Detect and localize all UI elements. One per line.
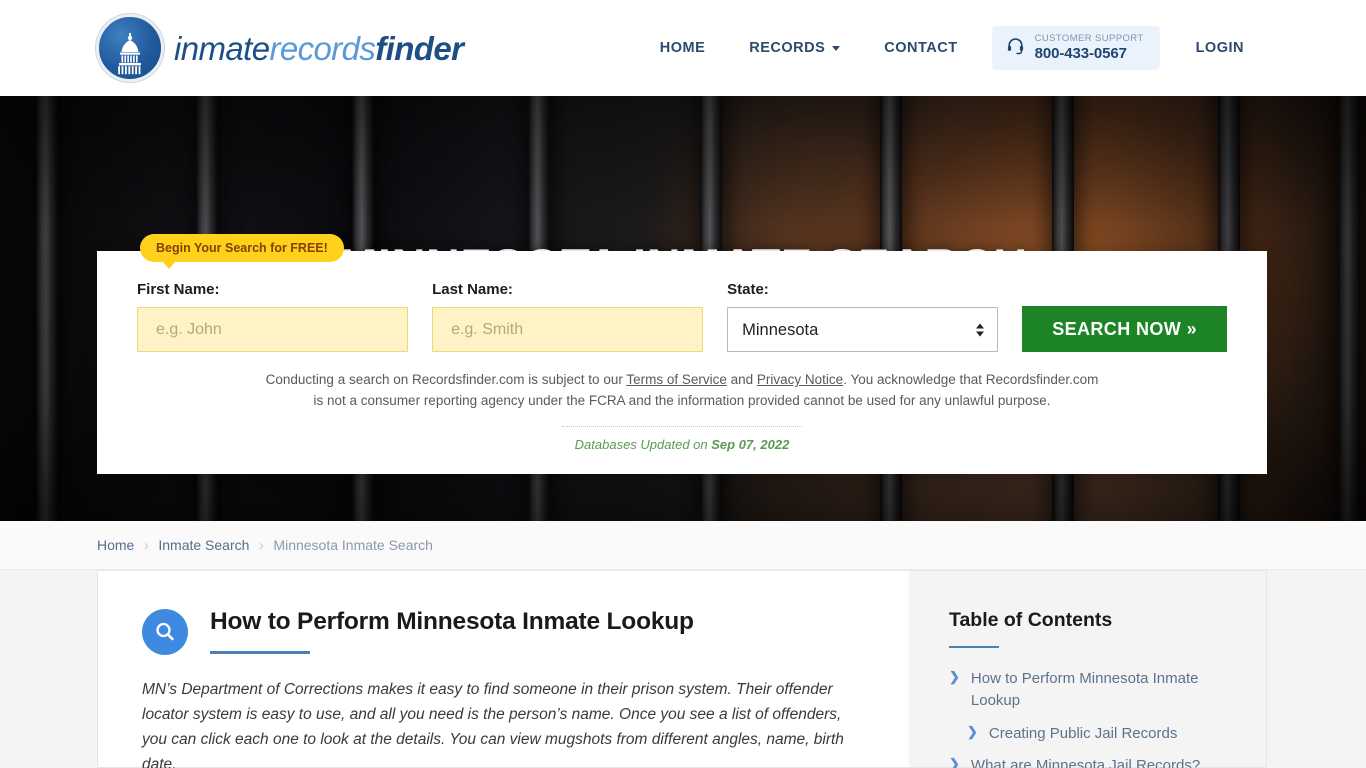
inmate-search-form: Begin Your Search for FREE! First Name: … [97,234,1267,474]
hero-section: MINNESOTA INMATE SEARCH Begin Your Searc… [0,96,1366,521]
free-search-badge[interactable]: Begin Your Search for FREE! [140,234,344,269]
logo-wordmark: inmaterecordsfinder [174,29,464,67]
section-header: How to Perform Minnesota Inmate Lookup [142,607,865,655]
section-title: How to Perform Minnesota Inmate Lookup [210,608,694,635]
toc-link[interactable]: What are Minnesota Jail Records? [971,755,1200,768]
last-name-field-group: Last Name: [432,281,704,352]
table-of-contents: Table of Contents ❯ How to Perform Minne… [909,570,1267,768]
first-name-label: First Name: [137,281,220,298]
nav-item-contact-label: CONTACT [884,39,958,56]
database-updated-date: Sep 07, 2022 [711,436,790,452]
last-name-label: Last Name: [432,281,513,298]
database-updated-prefix: Databases Updated on [574,436,712,452]
divider [562,425,802,427]
support-phone-number[interactable]: 800-433-0567 [1035,45,1144,62]
toc-title: Table of Contents [949,609,1113,631]
toc-link[interactable]: Creating Public Jail Records [989,723,1177,745]
title-accent-rule [210,651,310,655]
page-body: How to Perform Minnesota Inmate Lookup M… [0,570,1366,768]
search-now-button[interactable]: SEARCH NOW » [1022,306,1227,352]
search-circle-icon [142,609,188,655]
main-navigation: HOME RECORDS CONTACT CUSTOMER SUPPORT 80… [638,25,1266,71]
support-label: CUSTOMER SUPPORT [1034,32,1144,44]
first-name-field-group: First Name: [137,281,409,352]
toc-accent-rule [949,646,999,648]
chevron-right-icon: › [259,536,264,554]
breadcrumb-item-current: Minnesota Inmate Search [273,537,433,553]
state-field-group: State: Minnesota [727,281,999,352]
chevron-down-icon [832,46,841,52]
headset-icon [1006,36,1025,60]
state-label: State: [727,281,769,298]
capitol-dome-icon [96,14,164,82]
article-paragraph: MN’s Department of Corrections makes it … [142,681,844,768]
first-name-input[interactable] [137,307,409,352]
database-updated-note: Databases Updated on Sep 07, 2022 [137,437,1227,452]
disclaimer-part-2: and [726,372,757,387]
toc-item[interactable]: ❯ How to Perform Minnesota Inmate Lookup [949,668,1236,712]
privacy-notice-link[interactable]: Privacy Notice [757,372,843,387]
nav-item-login[interactable]: LOGIN [1174,30,1266,66]
toc-item[interactable]: ❯ What are Minnesota Jail Records? [949,755,1236,768]
site-header: inmaterecordsfinder HOME RECORDS CONTACT [0,0,1366,96]
last-name-input[interactable] [432,307,704,352]
toc-list: ❯ How to Perform Minnesota Inmate Lookup… [949,668,1236,768]
logo-text-finder: finder [375,29,464,67]
article-card: How to Perform Minnesota Inmate Lookup M… [97,570,909,768]
site-logo[interactable]: inmaterecordsfinder [96,14,464,82]
terms-of-service-link[interactable]: Terms of Service [626,372,727,387]
nav-item-contact[interactable]: CONTACT [862,30,979,66]
toc-link[interactable]: How to Perform Minnesota Inmate Lookup [971,668,1236,712]
breadcrumb-item-home[interactable]: Home [97,537,134,553]
disclaimer-part-1: Conducting a search on Recordsfinder.com… [265,372,627,387]
nav-item-home-label: HOME [659,39,706,56]
chevron-right-icon: ❯ [949,669,960,684]
nav-item-home[interactable]: HOME [638,30,728,66]
breadcrumb-item-inmate-search[interactable]: Inmate Search [158,537,249,553]
nav-item-records-label: RECORDS [749,39,826,56]
nav-item-login-label: LOGIN [1195,39,1244,56]
chevron-right-icon: ❯ [949,756,960,768]
search-disclaimer: Conducting a search on Recordsfinder.com… [262,370,1102,412]
logo-text-records: records [269,29,376,67]
chevron-right-icon: › [144,536,149,554]
nav-item-records[interactable]: RECORDS [727,30,862,66]
logo-text-inmate: inmate [174,29,270,67]
search-form-row: First Name: Last Name: State: Minnesota [137,281,1227,352]
breadcrumb: Home › Inmate Search › Minnesota Inmate … [0,521,1366,570]
customer-support-badge[interactable]: CUSTOMER SUPPORT 800-433-0567 [991,25,1160,71]
state-select[interactable]: Minnesota [727,307,999,352]
chevron-right-icon: ❯ [967,723,978,739]
toc-item[interactable]: ❯ Creating Public Jail Records [949,723,1236,745]
